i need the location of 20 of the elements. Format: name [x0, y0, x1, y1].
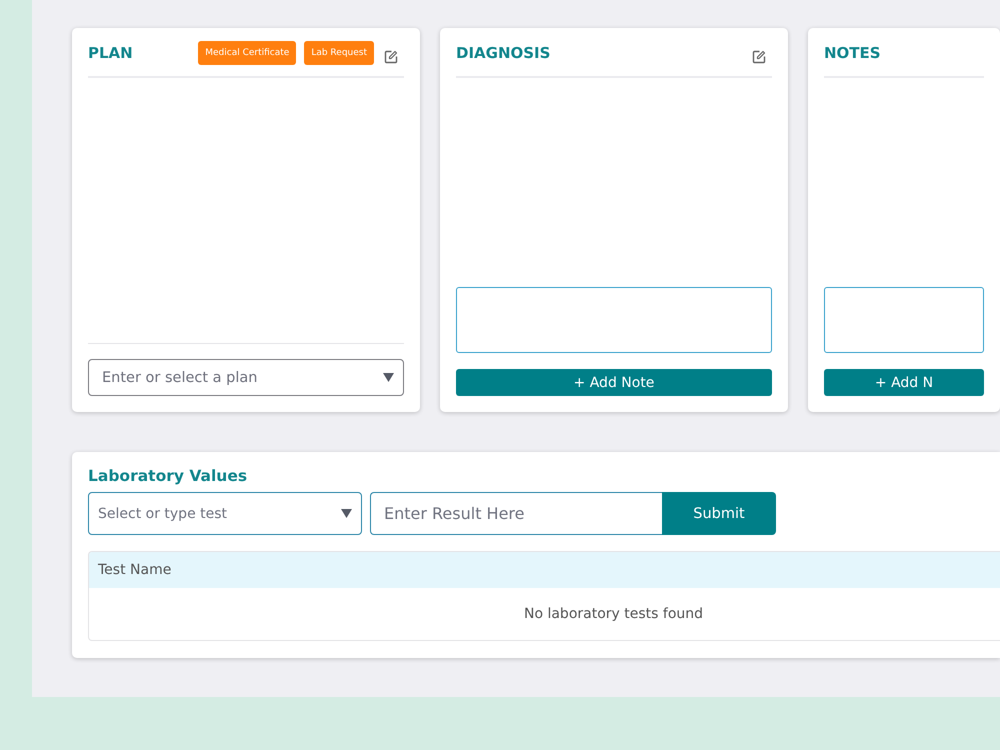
section-title: Laboratory Values — [88, 466, 248, 486]
submit-button[interactable]: Submit — [662, 492, 776, 535]
add-note-button[interactable]: + Add N — [824, 369, 984, 396]
empty-message: No laboratory tests found — [524, 606, 704, 622]
caret-icon — [341, 509, 352, 518]
caret-icon — [383, 373, 394, 382]
card-title: NOTES — [824, 44, 881, 62]
edit-icon[interactable] — [752, 50, 766, 64]
test-select[interactable]: Select or type test — [88, 492, 362, 535]
edit-icon[interactable] — [384, 50, 398, 64]
add-note-button[interactable]: + Add Note — [456, 369, 772, 396]
card-title: PLAN — [88, 44, 133, 62]
plan-select[interactable]: Enter or select a plan — [88, 359, 404, 396]
action-button[interactable]: Lab Request — [304, 41, 374, 65]
column-header: Test Name — [98, 562, 172, 578]
result-input[interactable]: Enter Result Here — [370, 492, 662, 535]
note-textarea[interactable] — [824, 287, 984, 353]
card-title: DIAGNOSIS — [456, 44, 550, 62]
note-textarea[interactable] — [456, 287, 772, 353]
action-button[interactable]: Medical Certificate — [198, 41, 296, 65]
